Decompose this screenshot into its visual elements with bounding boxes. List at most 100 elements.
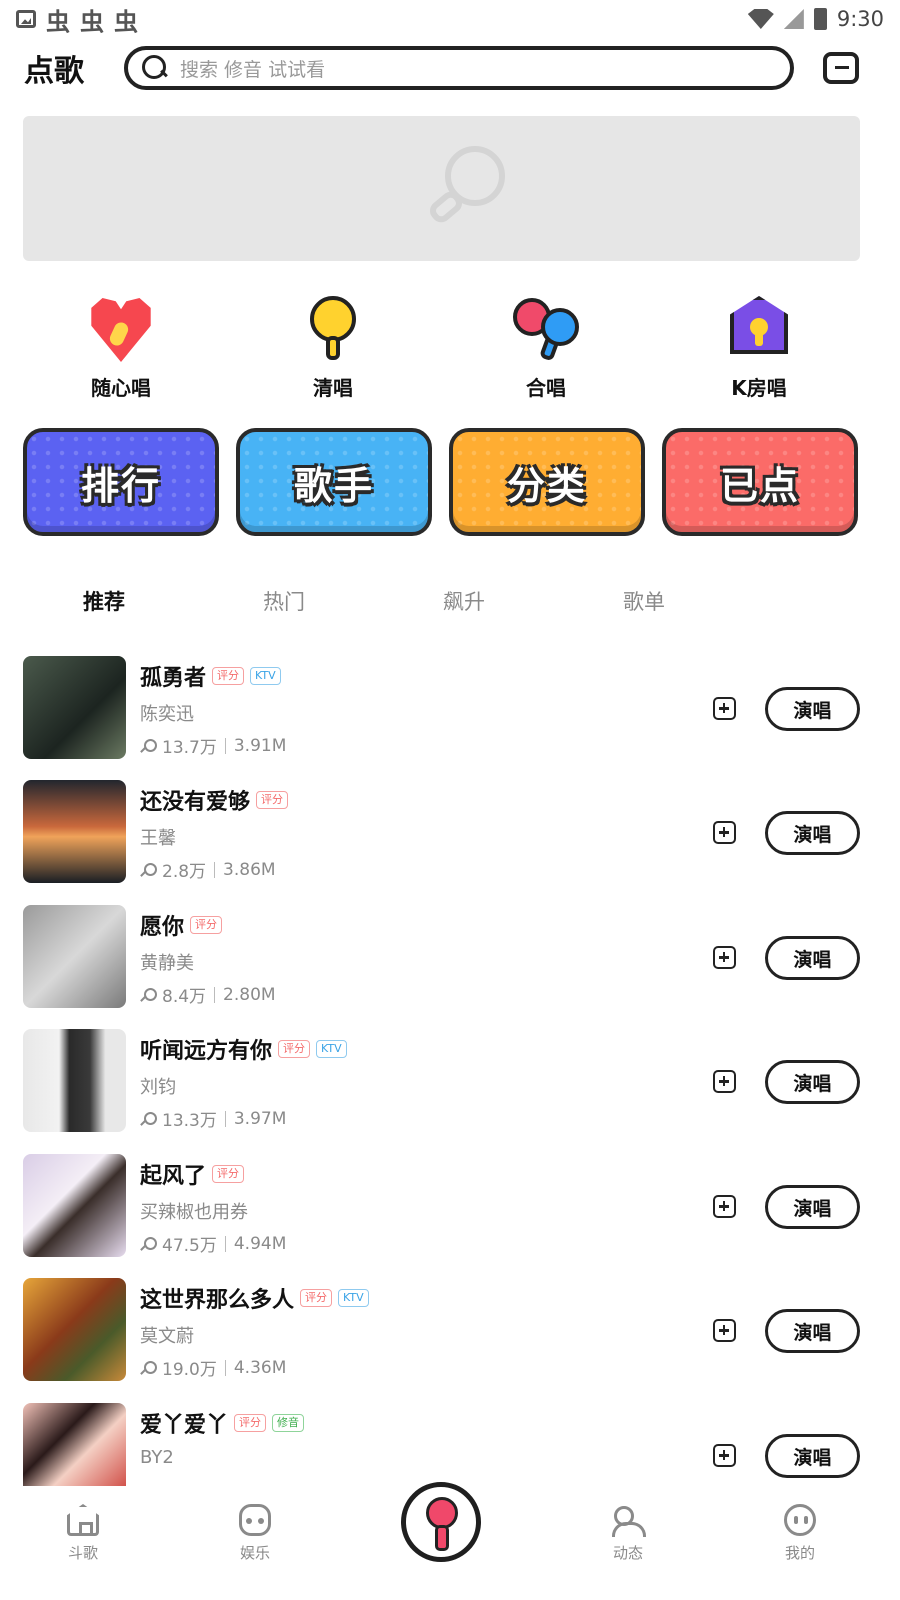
file-size: 4.36M [233, 1357, 287, 1378]
tab-hot[interactable]: 热门 [263, 586, 305, 616]
yellow-mic-icon [300, 296, 366, 362]
category-button[interactable]: 分类 [449, 428, 645, 536]
song-stats: 13.3万 3.97M [140, 1106, 286, 1131]
mic-icon [140, 738, 157, 753]
nav-item-feed[interactable]: 动态 [588, 1504, 668, 1563]
play-count: 47.5万 [162, 1236, 217, 1256]
ranking-button[interactable]: 排行 [23, 428, 219, 536]
quick-action-duet[interactable]: 合唱 [481, 296, 611, 401]
game-icon [239, 1504, 271, 1536]
tab-rising[interactable]: 飙升 [443, 586, 485, 616]
song-artist: 买辣椒也用券 [140, 1202, 248, 1223]
score-tag: 评分 [190, 916, 223, 934]
singer-button[interactable]: 歌手 [236, 428, 432, 536]
file-size: 4.94M [233, 1233, 287, 1254]
battery-icon [813, 8, 827, 30]
play-count: 13.7万 [162, 738, 217, 758]
ktv-room-icon [726, 296, 792, 362]
sing-button[interactable]: 演唱 [765, 1434, 860, 1478]
profile-icon [784, 1504, 816, 1536]
tune-tag: 修音 [272, 1414, 305, 1432]
song-row[interactable]: 孤勇者 评分 KTV 陈奕迅 13.7万 3.91M 演唱 [0, 656, 900, 760]
tab-bar: 推荐 热门 飙升 歌单 [0, 586, 900, 626]
nav-label: 娱乐 [239, 1544, 270, 1562]
nav-label: 斗歌 [67, 1544, 98, 1562]
add-song-icon[interactable] [713, 697, 736, 720]
sing-button[interactable]: 演唱 [765, 936, 860, 980]
selected-songs-button[interactable]: 已点 [662, 428, 858, 536]
song-row[interactable]: 起风了 评分 买辣椒也用券 47.5万 4.94M 演唱 [0, 1154, 900, 1258]
quick-action-label: K房唱 [731, 376, 787, 400]
add-song-icon[interactable] [713, 821, 736, 844]
message-icon[interactable] [823, 52, 859, 84]
clock: 9:30 [836, 7, 884, 31]
add-song-icon[interactable] [713, 1070, 736, 1093]
sing-button[interactable]: 演唱 [765, 1185, 860, 1229]
category-label: 歌手 [293, 463, 374, 508]
score-tag: 评分 [278, 1040, 311, 1058]
play-count: 13.3万 [162, 1111, 217, 1131]
ktv-tag: KTV [338, 1289, 369, 1307]
wifi-icon [747, 9, 774, 29]
score-tag: 评分 [256, 791, 289, 809]
microphone-placeholder-icon [423, 146, 507, 230]
add-song-icon[interactable] [713, 1195, 736, 1218]
song-row[interactable]: 这世界那么多人 评分 KTV 莫文蔚 19.0万 4.36M 演唱 [0, 1278, 900, 1382]
play-count: 19.0万 [162, 1360, 217, 1380]
sing-button[interactable]: 演唱 [765, 811, 860, 855]
mic-icon [140, 987, 157, 1002]
add-song-icon[interactable] [713, 1319, 736, 1342]
nav-label: 我的 [784, 1544, 815, 1562]
song-row[interactable]: 还没有爱够 评分 王馨 2.8万 3.86M 演唱 [0, 780, 900, 884]
mic-icon [140, 1236, 157, 1251]
nav-item-entertainment[interactable]: 娱乐 [215, 1504, 295, 1563]
search-icon [142, 55, 168, 81]
song-stats: 47.5万 4.94M [140, 1231, 286, 1256]
sing-button[interactable]: 演唱 [765, 1309, 860, 1353]
song-title: 听闻远方有你 [140, 1039, 273, 1064]
song-title: 起风了 [140, 1164, 207, 1189]
quick-action-label: 清唱 [313, 376, 353, 400]
category-label: 分类 [506, 463, 587, 508]
song-row[interactable]: 愿你 评分 黄静美 8.4万 2.80M 演唱 [0, 905, 900, 1009]
sing-button[interactable]: 演唱 [765, 1060, 860, 1104]
file-size: 3.86M [223, 859, 276, 880]
add-song-icon[interactable] [713, 1444, 736, 1467]
page-title: 点歌 [24, 54, 84, 89]
score-tag: 评分 [234, 1414, 267, 1432]
song-artist: BY2 [140, 1447, 174, 1468]
sing-button[interactable]: 演唱 [765, 687, 860, 731]
quick-action-label: 随心唱 [91, 376, 151, 400]
mic-icon [140, 1111, 157, 1126]
score-tag: 评分 [212, 1165, 245, 1183]
header: 点歌 搜索 修音 试试看 [0, 42, 900, 94]
quick-action-random-sing[interactable]: 随心唱 [56, 296, 186, 401]
quick-action-acapella[interactable]: 清唱 [268, 296, 398, 401]
add-song-icon[interactable] [713, 946, 736, 969]
tab-playlist[interactable]: 歌单 [623, 586, 665, 616]
album-cover [23, 1403, 126, 1486]
song-title: 这世界那么多人 [140, 1288, 295, 1313]
ktv-tag: KTV [316, 1040, 347, 1058]
duet-mic-icon [513, 296, 579, 362]
search-input[interactable]: 搜索 修音 试试看 [124, 46, 794, 90]
bug-notification-icon: 虫 [80, 7, 104, 36]
nav-item-me[interactable]: 我的 [760, 1504, 840, 1563]
tab-recommend[interactable]: 推荐 [83, 586, 125, 616]
album-cover [23, 656, 126, 759]
album-cover [23, 1278, 126, 1381]
play-count: 8.4万 [162, 987, 207, 1007]
song-row[interactable]: 听闻远方有你 评分 KTV 刘钧 13.3万 3.97M 演唱 [0, 1029, 900, 1133]
quick-action-ktv-room[interactable]: K房唱 [694, 296, 824, 401]
album-cover [23, 780, 126, 883]
nav-item-battle[interactable]: 斗歌 [43, 1504, 123, 1563]
play-count: 2.8万 [162, 862, 207, 882]
center-microphone-button[interactable] [401, 1482, 481, 1562]
ktv-tag: KTV [250, 667, 281, 685]
banner[interactable] [23, 116, 860, 261]
quick-actions: 随心唱 清唱 合唱 K房唱 [0, 296, 900, 406]
file-size: 3.91M [233, 735, 287, 756]
category-label: 排行 [80, 463, 161, 508]
song-row[interactable]: 爱丫爱丫 评分 修音 BY2 演唱 [0, 1403, 900, 1486]
song-title: 愿你 [140, 915, 185, 940]
